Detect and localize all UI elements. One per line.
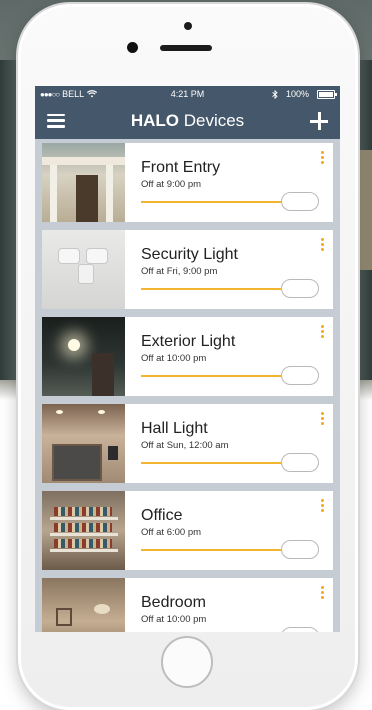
device-card-exterior-light[interactable]: Exterior Light Off at 10:00 pm [42,317,333,396]
device-status: Off at 9:00 pm [141,179,202,190]
brightness-slider[interactable] [141,288,291,290]
kebab-icon[interactable] [321,325,325,338]
power-toggle[interactable] [281,453,319,472]
nav-bar: HALO Devices [35,102,340,139]
plus-icon[interactable] [310,111,328,130]
status-bar: ●●●○○ BELL 4:21 PM 100% [35,86,340,102]
device-photo [42,578,125,632]
device-name: Office [141,507,183,524]
device-card-office[interactable]: Office Off at 6:00 pm [42,491,333,570]
kebab-icon[interactable] [321,151,325,164]
device-card-hall-light[interactable]: Hall Light Off at Sun, 12:00 am [42,404,333,483]
power-toggle[interactable] [281,279,319,298]
brand-name: HALO [130,110,179,130]
phone-screen: ●●●○○ BELL 4:21 PM 100% HALO Devices Fro… [35,86,340,632]
device-photo [42,404,125,483]
front-camera [184,22,192,30]
device-card-security-light[interactable]: Security Light Off at Fri, 9:00 pm [42,230,333,309]
device-name: Front Entry [141,159,221,176]
background-window-left [0,60,18,380]
device-name: Bedroom [141,594,206,611]
battery-percent: 100% [285,89,309,99]
device-name: Hall Light [141,420,208,437]
earpiece-speaker [160,45,212,51]
home-button[interactable] [161,636,213,688]
kebab-icon[interactable] [321,586,325,599]
device-name: Security Light [141,246,238,263]
device-status: Off at 10:00 pm [141,353,207,364]
device-name: Exterior Light [141,333,236,350]
brightness-slider[interactable] [141,549,291,551]
kebab-icon[interactable] [321,238,325,251]
device-status: Off at Sun, 12:00 am [141,440,229,451]
device-list: Front Entry Off at 9:00 pm Security Ligh… [35,139,340,632]
page-title-text: Devices [178,110,245,130]
device-status: Off at 6:00 pm [141,527,202,538]
power-toggle[interactable] [281,540,319,559]
brightness-slider[interactable] [141,462,291,464]
device-card-front-entry[interactable]: Front Entry Off at 9:00 pm [42,143,333,222]
device-photo [42,491,125,570]
battery-icon [317,89,337,99]
page-title: HALO Devices [35,111,340,131]
bluetooth-icon [272,89,278,99]
power-toggle[interactable] [281,192,319,211]
kebab-icon[interactable] [321,499,325,512]
background-light-glow [358,150,372,270]
device-card-bedroom[interactable]: Bedroom Off at 10:00 pm [42,578,333,632]
device-status: Off at 10:00 pm [141,614,207,625]
kebab-icon[interactable] [321,412,325,425]
hamburger-icon[interactable] [47,113,65,128]
device-photo [42,230,125,309]
device-photo [42,317,125,396]
device-photo [42,143,125,222]
brightness-slider[interactable] [141,201,291,203]
power-toggle[interactable] [281,627,319,632]
brightness-slider[interactable] [141,375,291,377]
proximity-sensor [127,42,138,53]
device-status: Off at Fri, 9:00 pm [141,266,218,277]
power-toggle[interactable] [281,366,319,385]
